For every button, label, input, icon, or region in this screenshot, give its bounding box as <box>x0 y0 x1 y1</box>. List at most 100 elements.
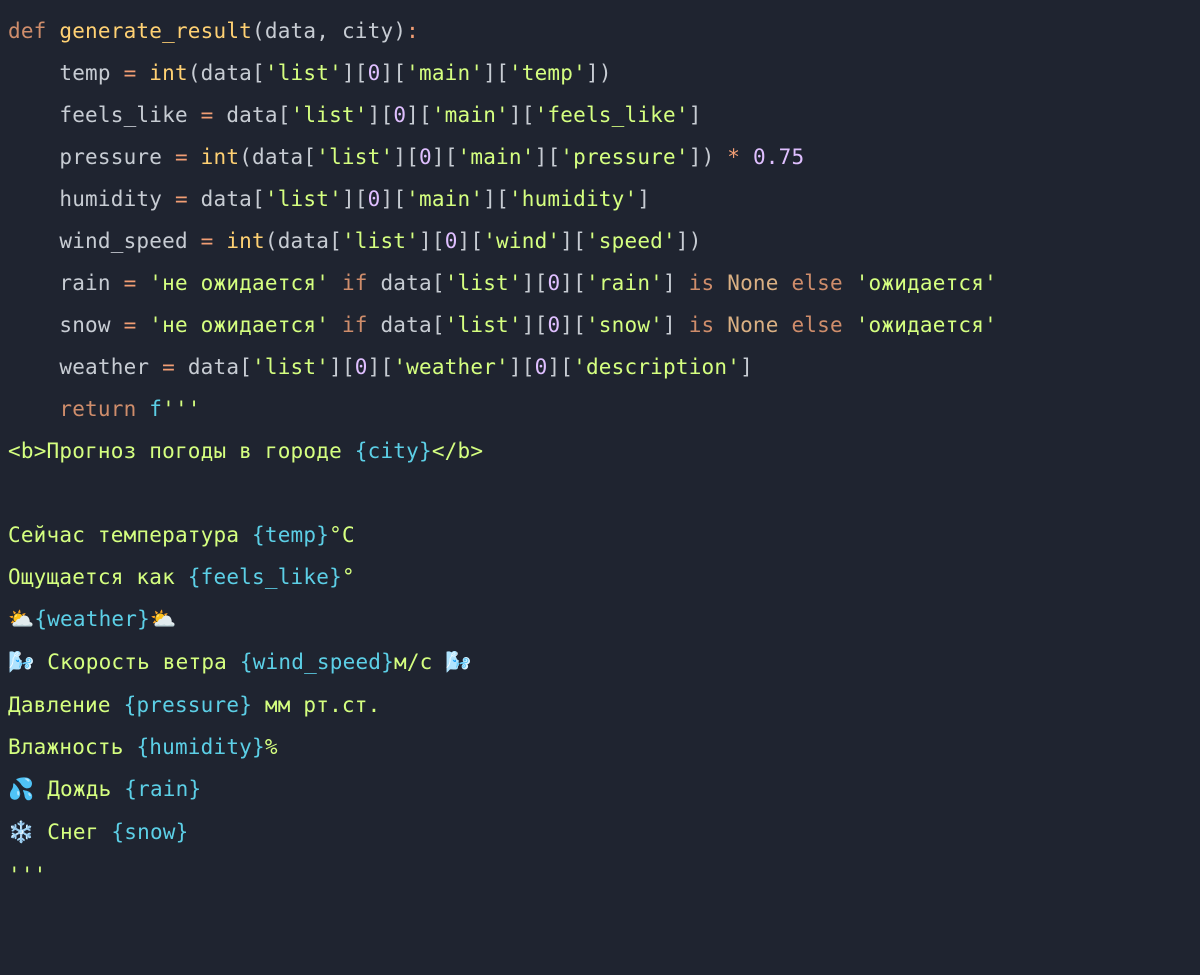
key-list: 'list' <box>291 103 368 127</box>
kw-else: else <box>791 313 842 337</box>
rbrack: ] <box>676 229 689 253</box>
var-pressure: pressure <box>59 145 162 169</box>
code-line: temp = int(data['list'][0]['main']['temp… <box>8 61 612 85</box>
lbrack: [ <box>560 355 573 379</box>
code-line: humidity = data['list'][0]['main']['humi… <box>8 187 650 211</box>
rbrack: ] <box>406 103 419 127</box>
intp-hum: {humidity} <box>136 735 264 759</box>
var-temp: temp <box>59 61 110 85</box>
rbrack: ] <box>586 61 599 85</box>
rbrack: ] <box>509 355 522 379</box>
rbrack: ] <box>380 61 393 85</box>
fs-feels: Ощущается как <box>8 565 188 589</box>
comma: , <box>316 19 329 43</box>
key-main: 'main' <box>458 145 535 169</box>
lbrack: [ <box>522 103 535 127</box>
lbrack: [ <box>432 271 445 295</box>
num-0: 0 <box>419 145 432 169</box>
key-rain: 'rain' <box>586 271 663 295</box>
lbrack: [ <box>380 355 393 379</box>
lbrack: [ <box>445 145 458 169</box>
kw-is: is <box>689 271 715 295</box>
rbrack: ] <box>663 271 676 295</box>
var-rain: rain <box>59 271 110 295</box>
intp-rain: {rain} <box>124 777 201 801</box>
gt: > <box>470 439 483 463</box>
var-wind: wind_speed <box>59 229 187 253</box>
rparen: ) <box>689 229 702 253</box>
lbrack: [ <box>432 229 445 253</box>
rbrack: ] <box>329 355 342 379</box>
wind-icon: 🌬 <box>445 651 471 675</box>
kw-if: if <box>342 313 368 337</box>
code-line: def generate_result(data, city): <box>8 19 419 43</box>
key-snow: 'snow' <box>586 313 663 337</box>
lbrack: [ <box>522 355 535 379</box>
rbrack: ] <box>458 229 471 253</box>
key-list: 'list' <box>445 313 522 337</box>
b-tag: b <box>458 439 471 463</box>
rbrack: ] <box>560 229 573 253</box>
lbrack: [ <box>547 145 560 169</box>
fs-wind-unit: м/c <box>394 650 445 674</box>
id-data: data <box>188 355 239 379</box>
num-0: 0 <box>547 271 560 295</box>
function-name: generate_result <box>59 19 252 43</box>
lbrack: [ <box>535 313 548 337</box>
str-not-expected: 'не ожидается' <box>149 313 329 337</box>
code-line: return f''' <box>8 397 201 421</box>
code-line: <b>Прогноз погоды в городе {city}</b> <box>8 439 483 463</box>
num-075: 0.75 <box>753 145 804 169</box>
rbrack: ] <box>393 145 406 169</box>
code-editor[interactable]: def generate_result(data, city): temp = … <box>0 0 1200 896</box>
code-line: pressure = int(data['list'][0]['main']['… <box>8 145 804 169</box>
rbrack: ] <box>547 355 560 379</box>
rbrack: ] <box>522 271 535 295</box>
op-eq: = <box>124 271 137 295</box>
fs-tag: <b> <box>8 439 47 463</box>
rbrack: ] <box>740 355 753 379</box>
key-list: 'list' <box>265 61 342 85</box>
kw-def: def <box>8 19 47 43</box>
rbrack: ] <box>432 145 445 169</box>
id-data: data <box>380 313 431 337</box>
fs-rain: Дождь <box>34 777 124 801</box>
var-feels: feels_like <box>59 103 187 127</box>
var-weather: weather <box>59 355 149 379</box>
fs-temp: Сейчас температура <box>8 523 252 547</box>
deg: ° <box>342 565 355 589</box>
intp-snow: {snow} <box>111 820 188 844</box>
key-list: 'list' <box>316 145 393 169</box>
code-line: ''' <box>8 863 47 887</box>
var-snow: snow <box>59 313 110 337</box>
rbrace: } <box>381 650 394 674</box>
fs-tag-close: </b> <box>432 439 483 463</box>
param-city: city <box>342 19 393 43</box>
intp-wind: {wind_speed} <box>240 650 394 674</box>
id-data: data <box>201 61 252 85</box>
code-line: ❄️ Снег {snow} <box>8 820 188 844</box>
rbrace: } <box>252 735 265 759</box>
id-data: data <box>226 103 277 127</box>
key-weather: 'weather' <box>393 355 509 379</box>
fs-press: Давление <box>8 693 124 717</box>
gt: > <box>34 439 47 463</box>
intp-city: {city} <box>355 439 432 463</box>
lbrack: [ <box>278 103 291 127</box>
op-eq: = <box>162 355 175 379</box>
b-tag: b <box>21 439 34 463</box>
lbrack: [ <box>535 271 548 295</box>
lbrack: [ <box>573 313 586 337</box>
num-0: 0 <box>368 61 381 85</box>
intp-weather: {weather} <box>34 607 150 631</box>
lparen: ( <box>265 229 278 253</box>
lbrace: { <box>252 523 265 547</box>
intp-temp: {temp} <box>252 523 329 547</box>
fs-header: Прогноз погоды в городе <box>47 439 355 463</box>
rbrack: ] <box>560 271 573 295</box>
lbrack: [ <box>239 355 252 379</box>
fs-press-unit: мм рт.ст. <box>252 693 380 717</box>
lparen: ( <box>188 61 201 85</box>
rbrack: ] <box>689 103 702 127</box>
key-main: 'main' <box>432 103 509 127</box>
